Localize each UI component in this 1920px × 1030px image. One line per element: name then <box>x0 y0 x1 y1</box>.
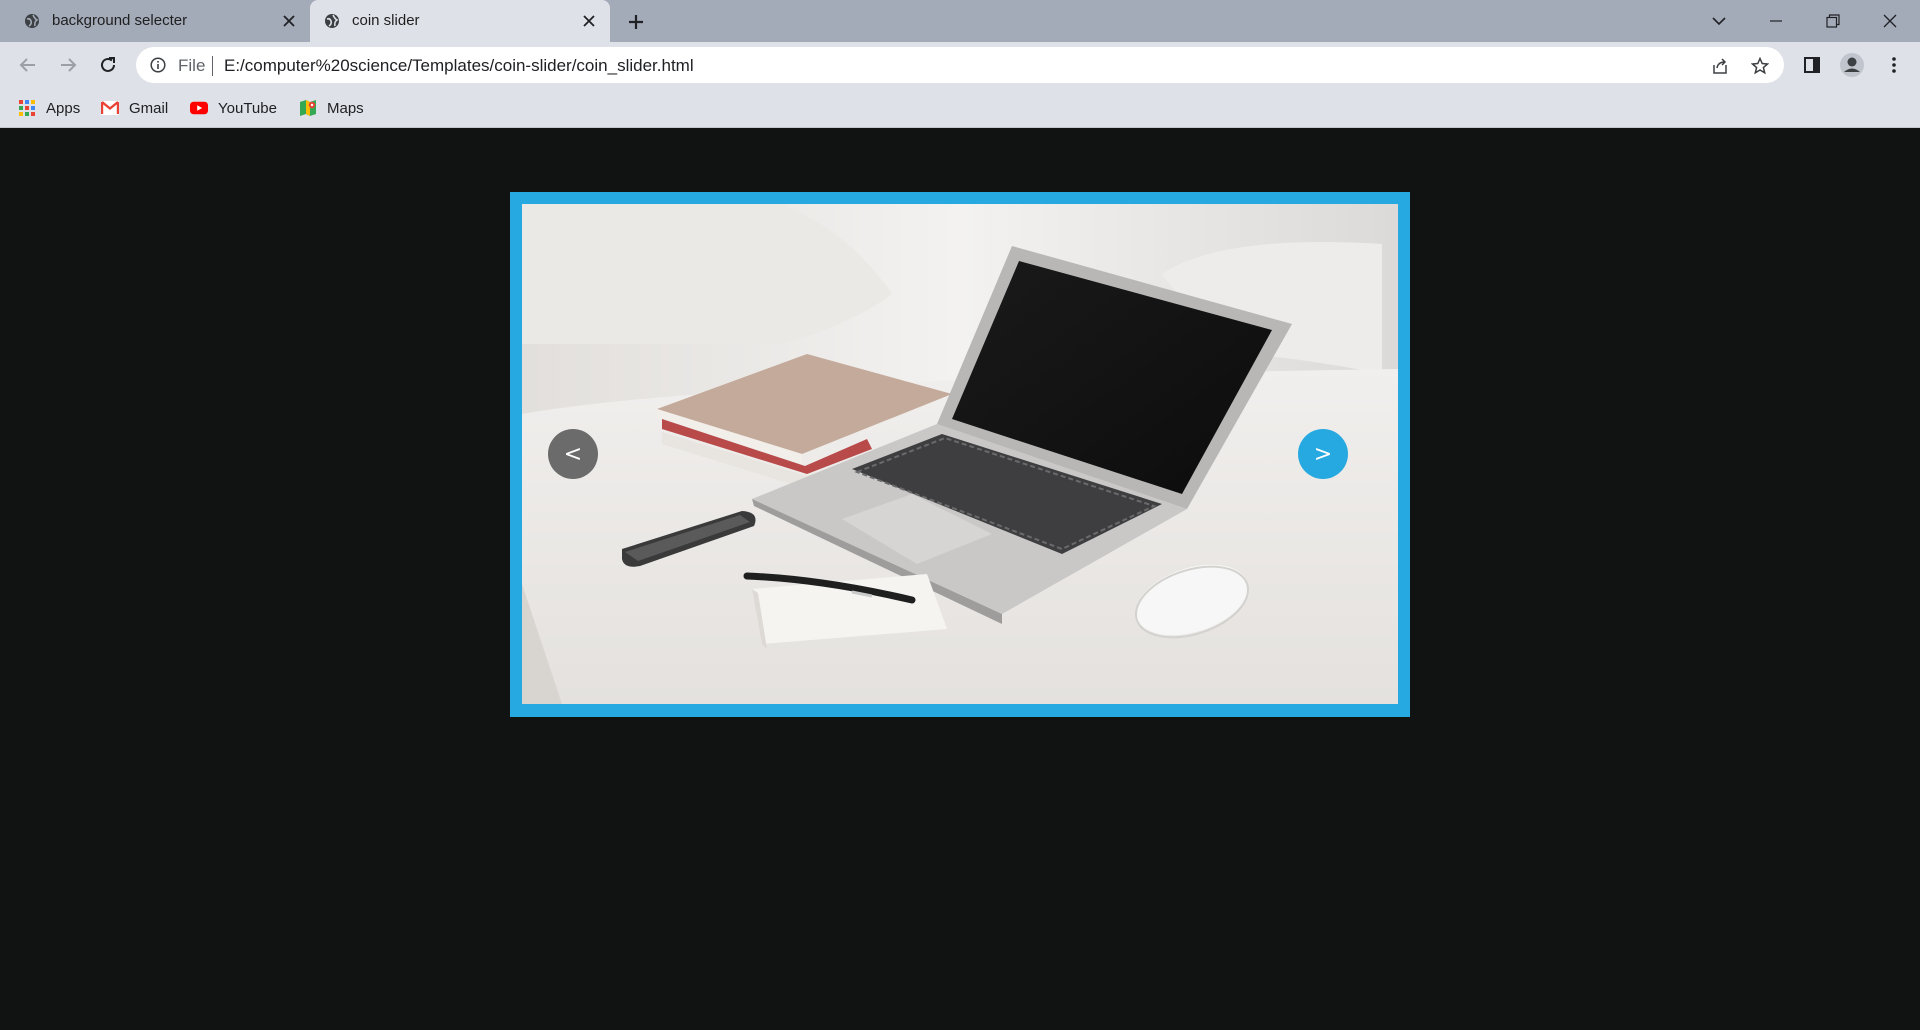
side-panel-icon <box>1804 57 1820 73</box>
bookmark-gmail[interactable]: Gmail <box>101 96 168 120</box>
tab-search-button[interactable] <box>1706 8 1732 34</box>
apps-grid-icon <box>18 99 36 117</box>
browser-toolbar: File E:/computer%20science/Templates/coi… <box>0 42 1920 88</box>
bookmark-youtube[interactable]: YouTube <box>190 96 277 120</box>
bookmark-star-icon[interactable] <box>1750 56 1770 76</box>
menu-button[interactable] <box>1880 51 1908 79</box>
avatar-icon <box>1840 53 1864 77</box>
globe-icon <box>24 13 40 29</box>
share-icon[interactable] <box>1710 56 1730 76</box>
gmail-icon <box>101 99 119 117</box>
maps-icon <box>299 99 317 117</box>
info-icon[interactable] <box>150 57 166 73</box>
plus-icon <box>629 15 643 29</box>
bookmark-label: Maps <box>327 99 364 117</box>
next-slide-button[interactable]: > <box>1298 429 1348 479</box>
reload-icon <box>101 57 115 72</box>
url-text[interactable]: E:/computer%20science/Templates/coin-sli… <box>224 56 694 76</box>
restore-button[interactable] <box>1820 8 1846 34</box>
back-button[interactable] <box>14 51 42 79</box>
close-window-button[interactable] <box>1877 8 1903 34</box>
prev-slide-button[interactable]: < <box>548 429 598 479</box>
tab-background-selecter[interactable]: background selecter <box>10 0 310 42</box>
bookmark-apps[interactable]: Apps <box>18 96 80 120</box>
arrow-right-icon <box>61 58 77 72</box>
coin-slider: < > <box>510 192 1410 717</box>
bookmark-label: Apps <box>46 99 81 117</box>
side-panel-button[interactable] <box>1798 51 1826 79</box>
bookmark-label: Gmail <box>129 99 169 117</box>
chevron-down-icon <box>1712 17 1726 26</box>
forward-button[interactable] <box>54 51 82 79</box>
globe-icon <box>324 13 340 29</box>
reload-button[interactable] <box>94 51 122 79</box>
more-vertical-icon <box>1892 57 1896 73</box>
close-icon <box>1883 14 1897 28</box>
url-scheme-label: File <box>178 56 206 75</box>
profile-button[interactable] <box>1838 51 1866 79</box>
new-tab-button[interactable] <box>624 10 648 34</box>
tab-coin-slider[interactable]: coin slider <box>310 0 610 42</box>
close-tab-icon[interactable] <box>280 12 298 30</box>
tab-title: coin slider <box>352 12 420 29</box>
bookmark-label: YouTube <box>218 99 277 117</box>
youtube-icon <box>190 99 208 117</box>
bookmarks-bar: Apps Gmail YouTube Maps <box>0 88 1920 128</box>
url-separator <box>212 56 213 76</box>
tab-strip: background selecter coin slider <box>0 0 1920 42</box>
bookmark-maps[interactable]: Maps <box>299 96 364 120</box>
arrow-left-icon <box>19 58 35 72</box>
close-tab-icon[interactable] <box>580 12 598 30</box>
restore-icon <box>1826 14 1840 28</box>
tab-title: background selecter <box>52 12 188 29</box>
minimize-button[interactable] <box>1763 8 1789 34</box>
address-bar[interactable]: File E:/computer%20science/Templates/coi… <box>136 47 1784 83</box>
slide-image-laptop-on-desk <box>522 204 1398 704</box>
minimize-icon <box>1770 20 1782 22</box>
